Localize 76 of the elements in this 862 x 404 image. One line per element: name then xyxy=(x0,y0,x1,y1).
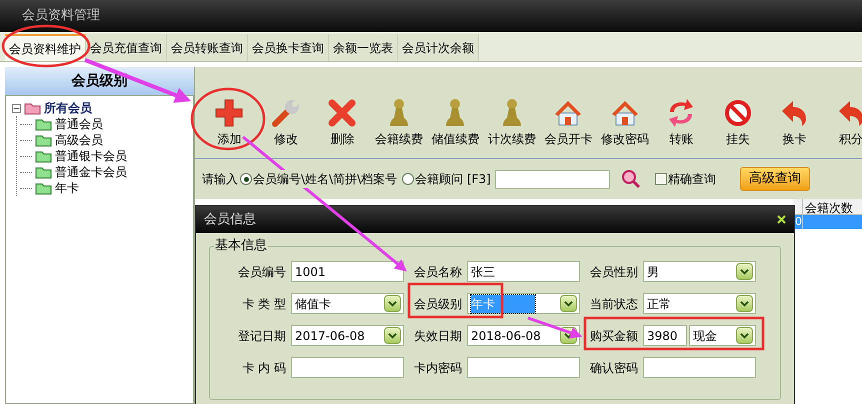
radio-button[interactable] xyxy=(402,173,414,185)
payment-method-dropdown[interactable]: 现金 xyxy=(689,325,756,346)
folder-icon xyxy=(35,182,52,194)
checkbox[interactable] xyxy=(654,173,667,185)
folder-icon xyxy=(35,118,52,130)
plus-icon xyxy=(214,98,244,128)
close-icon[interactable] xyxy=(777,215,786,224)
text-field[interactable] xyxy=(467,357,580,378)
toolbar-button[interactable]: 计次续费 xyxy=(484,98,540,148)
toolbar-button[interactable]: 积分 xyxy=(822,98,862,148)
text-field[interactable]: 张三 xyxy=(467,261,580,282)
folder-icon xyxy=(35,150,52,162)
tab[interactable]: 会员换卡查询 xyxy=(248,34,329,61)
tree-item[interactable]: 高级会员 xyxy=(55,132,103,148)
column-header: 会籍次数 xyxy=(804,200,854,214)
text-field[interactable] xyxy=(643,357,756,378)
tree-item[interactable]: 普通银卡会员 xyxy=(55,148,127,164)
tab[interactable]: 会员转账查询 xyxy=(167,34,248,61)
field-label: 会员编号 xyxy=(237,264,287,280)
dropdown-field[interactable]: 正常 xyxy=(643,293,756,314)
folder-icon xyxy=(24,102,41,114)
text-field[interactable]: 1001 xyxy=(291,261,404,282)
field-label: 确认密码 xyxy=(589,360,639,376)
dropdown-field[interactable]: 2017-06-08 xyxy=(291,325,404,346)
field-label: 卡 内 码 xyxy=(241,360,287,376)
field-label: 卡 类 型 xyxy=(241,296,287,312)
field-label: 登记日期 xyxy=(237,328,287,344)
toolbar-button[interactable]: 添加 xyxy=(201,98,258,148)
field-label: 卡内密码 xyxy=(413,360,463,376)
toolbar-button[interactable]: 挂失 xyxy=(710,98,766,148)
text-field[interactable] xyxy=(291,357,404,378)
folder-icon xyxy=(35,134,52,146)
house-icon xyxy=(610,98,640,128)
cross-icon xyxy=(327,98,358,128)
house-icon xyxy=(553,98,584,128)
dropdown-field[interactable]: 2018-06-08 xyxy=(467,325,580,346)
radio-label: 会籍顾问 [F3] xyxy=(415,170,491,188)
advanced-search-button[interactable]: 高级查询 xyxy=(740,167,810,191)
field-label: 购买金额 xyxy=(589,328,639,344)
search-prompt: 请输入 xyxy=(202,170,238,188)
amount-field[interactable]: 3980 xyxy=(643,325,687,346)
tab[interactable]: 会员充值查询 xyxy=(86,34,167,61)
radio-button[interactable] xyxy=(240,173,252,185)
dropdown-field[interactable]: 储值卡 xyxy=(291,293,404,314)
toolbar-button[interactable]: 转账 xyxy=(653,98,710,148)
window-title: 会员资料管理 xyxy=(22,7,100,26)
toolbar-button[interactable]: 删除 xyxy=(314,98,370,148)
group-label: 基本信息 xyxy=(214,238,268,254)
tree-item[interactable]: 普通金卡会员 xyxy=(55,164,127,180)
dropdown-field[interactable]: 男 xyxy=(643,261,756,282)
search-icon[interactable] xyxy=(620,169,641,189)
tab[interactable]: 会员计次余额 xyxy=(398,34,479,61)
tab[interactable]: 会员资料维护 xyxy=(5,34,86,61)
wrench-icon xyxy=(270,98,301,128)
tab[interactable]: 余额一览表 xyxy=(329,34,398,61)
field-label: 失效日期 xyxy=(413,328,463,344)
toolbar-button[interactable]: 修改 xyxy=(258,98,314,148)
collapse-toggle-icon[interactable] xyxy=(12,104,21,112)
folder-icon xyxy=(35,166,52,178)
toolbar-button[interactable]: 会籍续费 xyxy=(370,98,427,148)
tree-item[interactable]: 年卡 xyxy=(55,180,79,196)
toolbar-button[interactable]: 储值续费 xyxy=(427,98,484,148)
forbidden-icon xyxy=(722,98,753,128)
toolbar-button[interactable]: 修改密码 xyxy=(596,98,653,148)
field-label: 会员级别 xyxy=(413,296,463,312)
tree-item[interactable]: 所有会员 xyxy=(44,100,92,116)
search-field[interactable] xyxy=(494,170,610,188)
radio-label: 会员编号\姓名\简拼\档案号 xyxy=(253,170,398,188)
toolbar-button[interactable]: 换卡 xyxy=(766,98,822,148)
checkbox-label: 精确查询 xyxy=(668,171,716,188)
field-label: 会员性别 xyxy=(589,264,639,280)
tree-item[interactable]: 普通会员 xyxy=(55,116,103,132)
dialog-title: 会员信息 xyxy=(204,210,256,229)
field-label: 会员名称 xyxy=(413,264,463,280)
field-label: 当前状态 xyxy=(589,296,639,312)
toolbar-button[interactable]: 会员开卡 xyxy=(540,98,596,148)
